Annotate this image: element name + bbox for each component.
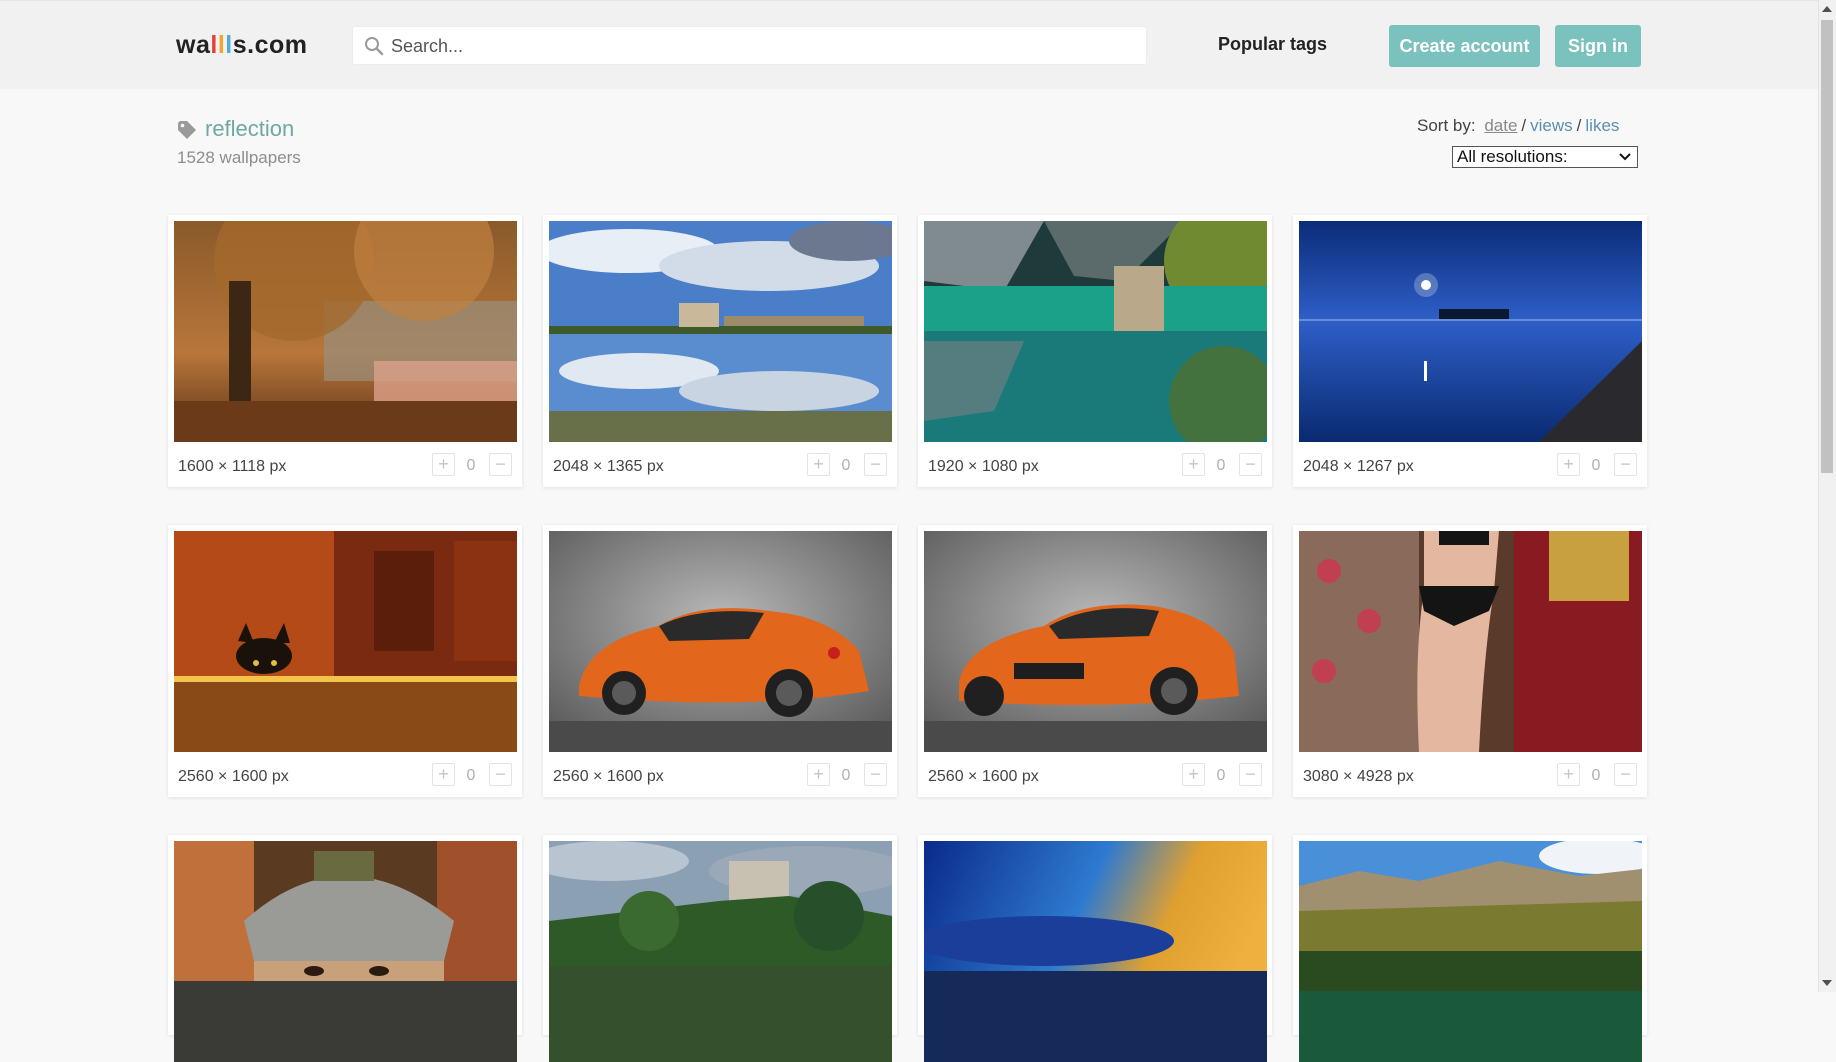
popular-tags-link[interactable]: Popular tags	[1218, 34, 1327, 55]
wallpaper-card[interactable]: 1600 × 1118 px + 0 −	[168, 215, 522, 487]
create-account-button[interactable]: Create account	[1389, 25, 1540, 67]
downvote-button[interactable]: −	[489, 453, 512, 476]
wallpaper-thumbnail[interactable]	[174, 531, 517, 752]
downvote-button[interactable]: −	[1239, 763, 1262, 786]
wallpaper-card[interactable]: 3080 × 4928 px + 0 −	[1293, 525, 1647, 797]
vote-score: 0	[1216, 457, 1226, 474]
downvote-button[interactable]: −	[1614, 763, 1637, 786]
wallpaper-card[interactable]	[1293, 835, 1647, 1062]
wallpaper-count: 1528 wallpapers	[177, 148, 301, 167]
scrollbar-thumb[interactable]	[1821, 20, 1833, 473]
wallpaper-resolution: 2048 × 1267 px	[1303, 458, 1414, 475]
vote-score: 0	[466, 457, 476, 474]
wallpaper-thumbnail[interactable]	[1299, 221, 1642, 442]
wallpaper-thumbnail[interactable]	[924, 841, 1267, 1062]
tag-icon	[178, 121, 196, 139]
sort-separator: /	[1521, 116, 1527, 135]
downvote-button[interactable]: −	[1239, 453, 1262, 476]
chevron-down-icon	[1619, 153, 1631, 161]
wallpaper-thumbnail[interactable]	[924, 221, 1267, 442]
wallpaper-card[interactable]: 2048 × 1267 px + 0 −	[1293, 215, 1647, 487]
upvote-button[interactable]: +	[1182, 453, 1205, 476]
wallpaper-resolution: 2560 × 1600 px	[553, 768, 664, 785]
vote-score: 0	[466, 767, 476, 784]
vote-score: 0	[841, 457, 851, 474]
resolution-select[interactable]: All resolutions:	[1452, 146, 1638, 168]
vote-score: 0	[1591, 457, 1601, 474]
search-input[interactable]	[389, 27, 1133, 66]
wallpaper-thumbnail[interactable]	[549, 531, 892, 752]
scroll-down-arrow-icon[interactable]	[1822, 980, 1832, 986]
top-header: wallls.com Popular tags Create account S…	[0, 0, 1818, 89]
upvote-button[interactable]: +	[807, 763, 830, 786]
wallpaper-card[interactable]: 2560 × 1600 px + 0 −	[918, 525, 1272, 797]
wallpaper-thumbnail[interactable]	[924, 531, 1267, 752]
downvote-button[interactable]: −	[489, 763, 512, 786]
upvote-button[interactable]: +	[432, 453, 455, 476]
upvote-button[interactable]: +	[1182, 763, 1205, 786]
wallpaper-thumbnail[interactable]	[549, 221, 892, 442]
logo-accent-3: l	[225, 31, 233, 59]
wallpaper-resolution: 2560 × 1600 px	[178, 768, 289, 785]
sort-by-date-link[interactable]: date	[1484, 116, 1517, 135]
downvote-button[interactable]: −	[1614, 453, 1637, 476]
search-icon	[365, 37, 384, 56]
logo-text-start: wa	[176, 31, 211, 59]
wallpaper-resolution: 2560 × 1600 px	[928, 768, 1039, 785]
upvote-button[interactable]: +	[807, 453, 830, 476]
wallpaper-resolution: 2048 × 1365 px	[553, 458, 664, 475]
downvote-button[interactable]: −	[864, 763, 887, 786]
site-logo[interactable]: wallls.com	[176, 31, 307, 60]
wallpaper-card[interactable]	[543, 835, 897, 1062]
vertical-scrollbar[interactable]	[1818, 0, 1836, 992]
upvote-button[interactable]: +	[1557, 453, 1580, 476]
wallpaper-card[interactable]: 1920 × 1080 px + 0 −	[918, 215, 1272, 487]
search-box	[352, 26, 1147, 66]
sort-by-likes-link[interactable]: likes	[1585, 116, 1619, 135]
scroll-up-arrow-icon[interactable]	[1822, 6, 1832, 12]
sort-by-views-link[interactable]: views	[1530, 116, 1573, 135]
upvote-button[interactable]: +	[432, 763, 455, 786]
wallpaper-card[interactable]	[918, 835, 1272, 1062]
wallpaper-thumbnail[interactable]	[1299, 841, 1642, 1062]
logo-accent-1: l	[210, 31, 218, 59]
wallpaper-resolution: 1600 × 1118 px	[178, 458, 287, 475]
wallpaper-thumbnail[interactable]	[174, 221, 517, 442]
vote-score: 0	[1216, 767, 1226, 784]
sort-separator: /	[1576, 116, 1582, 135]
sign-in-button[interactable]: Sign in	[1555, 25, 1641, 67]
upvote-button[interactable]: +	[1557, 763, 1580, 786]
downvote-button[interactable]: −	[864, 453, 887, 476]
wallpaper-card[interactable]: 2560 × 1600 px + 0 −	[543, 525, 897, 797]
wallpaper-thumbnail[interactable]	[549, 841, 892, 1062]
vote-score: 0	[841, 767, 851, 784]
wallpaper-thumbnail[interactable]	[174, 841, 517, 1062]
sort-controls: Sort by: date / views / likes	[1417, 116, 1619, 136]
wallpaper-resolution: 3080 × 4928 px	[1303, 768, 1414, 785]
sort-label: Sort by:	[1417, 116, 1476, 135]
wallpaper-card[interactable]	[168, 835, 522, 1062]
wallpaper-thumbnail[interactable]	[1299, 531, 1642, 752]
wallpaper-card[interactable]: 2048 × 1365 px + 0 −	[543, 215, 897, 487]
wallpaper-card[interactable]: 2560 × 1600 px + 0 −	[168, 525, 522, 797]
tag-title: reflection	[205, 116, 295, 141]
vote-score: 0	[1591, 767, 1601, 784]
wallpaper-resolution: 1920 × 1080 px	[928, 458, 1039, 475]
logo-text-end: s.com	[232, 31, 308, 59]
resolution-select-value: All resolutions:	[1457, 147, 1568, 166]
